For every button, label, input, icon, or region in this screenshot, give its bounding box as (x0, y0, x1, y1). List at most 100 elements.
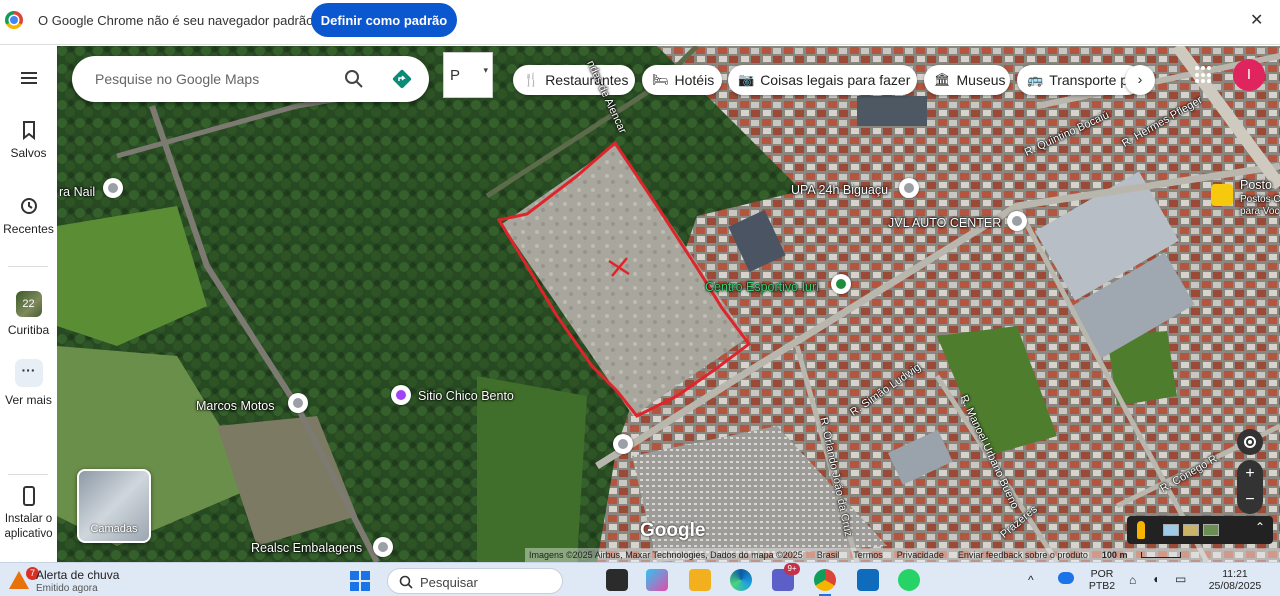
map-attribution-bar: Imagens ©2025 Airbus, Maxar Technologies… (525, 548, 1280, 562)
whatsapp-icon[interactable] (898, 569, 920, 591)
place-label-jvl[interactable]: JVL AUTO CENTER (888, 216, 1001, 230)
terms-link[interactable]: Termos (853, 550, 883, 560)
language-indicator[interactable]: POR PTB2 (1087, 568, 1117, 592)
place-label-realsc[interactable]: Realsc Embalagens (251, 541, 362, 555)
default-browser-infobar: O Google Chrome não é seu navegador padr… (0, 0, 1280, 45)
expand-icon[interactable]: ⌃ (1255, 520, 1265, 534)
place-label-sitio[interactable]: Sitio Chico Bento (418, 389, 514, 403)
search-icon[interactable] (344, 69, 364, 89)
scale-bar (1141, 552, 1182, 558)
street-view-bar[interactable]: ⌃ (1127, 516, 1273, 544)
rail-label-curitiba: Curitiba (7, 323, 50, 337)
outlook-icon[interactable] (857, 569, 879, 591)
place-pin[interactable] (899, 178, 919, 198)
street-view-thumb[interactable] (1163, 524, 1179, 536)
place-label-posto[interactable]: Posto (1240, 178, 1272, 192)
layers-button[interactable]: Camadas (77, 469, 151, 543)
place-label-marcos[interactable]: Marcos Motos (196, 399, 275, 413)
close-icon[interactable]: ✕ (1250, 10, 1263, 30)
place-label-centro[interactable]: Centro Esportivo Iuri (705, 280, 819, 294)
place-pin[interactable] (103, 178, 123, 198)
chip-hotels[interactable]: 🛏 Hotéis (642, 65, 722, 95)
file-explorer-icon[interactable] (689, 569, 711, 591)
zoom-out-button[interactable]: − (1237, 487, 1263, 514)
place-pin[interactable] (1007, 211, 1027, 231)
pegman-icon[interactable] (1137, 521, 1145, 539)
scale-label[interactable]: 100 m (1102, 550, 1128, 560)
search-box[interactable]: Pesquise no Google Maps (72, 56, 429, 102)
search-input[interactable]: Pesquise no Google Maps (95, 71, 259, 87)
place-pin[interactable] (288, 393, 308, 413)
rail-item-recent[interactable]: Recentes (0, 196, 57, 236)
windows-start-icon[interactable] (350, 571, 370, 591)
museum-icon: 🏛 (934, 72, 951, 87)
menu-button[interactable] (0, 68, 57, 94)
onedrive-icon[interactable] (1058, 572, 1074, 584)
place-pin[interactable] (613, 434, 633, 454)
place-label-upa[interactable]: UPA 24h Biguaçu (791, 183, 888, 197)
parking-toggle[interactable]: P ▾ (443, 52, 493, 98)
search-icon (399, 575, 413, 589)
chip-things-to-do[interactable]: 📷 Coisas legais para fazer (728, 65, 917, 95)
bookmark-icon (22, 121, 35, 140)
my-location-button[interactable] (1237, 429, 1263, 455)
rail-label-more: Ver mais (5, 393, 52, 407)
keyboard-layout: PTB2 (1088, 580, 1116, 592)
rail-item-install[interactable]: Instalar o aplicativo (0, 486, 57, 542)
satellite-map[interactable]: Pesquise no Google Maps P ▾ 🍴 Restaurant… (57, 46, 1280, 562)
chip-label: Restaurantes (545, 72, 629, 88)
place-pin[interactable] (373, 537, 393, 557)
clock-date: 25/08/2025 (1208, 580, 1262, 592)
volume-icon[interactable]: ◖ (1152, 572, 1159, 586)
chrome-icon[interactable] (814, 569, 836, 591)
zoom-in-button[interactable]: + (1237, 460, 1263, 487)
place-label-postos-sub: para Voc (1240, 206, 1280, 217)
privacy-link[interactable]: Privacidade (897, 550, 944, 560)
feedback-link[interactable]: Enviar feedback sobre o produto (958, 550, 1088, 560)
chrome-logo-icon (5, 11, 23, 29)
taskbar-search[interactable]: Pesquisar (387, 568, 563, 594)
attribution-text: Imagens ©2025 Airbus, Maxar Technologies… (529, 550, 803, 560)
chip-label: Transporte p (1049, 72, 1129, 88)
rail-item-curitiba[interactable]: 22 Curitiba (0, 291, 57, 337)
rail-label-recent: Recentes (3, 222, 54, 236)
weather-title[interactable]: Alerta de chuva (36, 568, 119, 582)
place-pin-green[interactable] (831, 274, 851, 294)
task-view-icon[interactable] (606, 569, 628, 591)
set-default-button[interactable]: Definir como padrão (311, 3, 457, 37)
avatar[interactable]: I (1233, 59, 1265, 91)
language-code: POR (1090, 568, 1114, 580)
chevron-right-icon[interactable]: › (1125, 65, 1155, 95)
more-icon: ··· (14, 359, 43, 387)
left-rail: Salvos Recentes 22 Curitiba ··· Ver mais… (0, 46, 57, 562)
place-pin-purple[interactable] (391, 385, 411, 405)
phone-icon (22, 486, 35, 506)
rail-item-more[interactable]: ··· Ver mais (0, 359, 57, 407)
chip-restaurants[interactable]: 🍴 Restaurantes (513, 65, 635, 95)
battery-icon[interactable]: ▭ (1175, 572, 1186, 586)
clock[interactable]: 11:21 25/08/2025 (1200, 568, 1270, 592)
street-view-thumb[interactable] (1203, 524, 1219, 536)
country-link[interactable]: Brasil (817, 550, 840, 560)
chip-museums[interactable]: 🏛 Museus (924, 65, 1010, 95)
layers-label: Camadas (90, 523, 138, 535)
chevron-down-icon[interactable]: ▾ (483, 65, 488, 76)
street-view-thumb[interactable] (1183, 524, 1199, 536)
widgets-icon[interactable] (646, 569, 668, 591)
weather-subtitle: Emitido agora (36, 583, 98, 594)
edge-icon[interactable] (730, 569, 752, 591)
rail-item-saved[interactable]: Salvos (0, 120, 57, 160)
rail-divider (8, 474, 48, 475)
chip-transport[interactable]: 🚌 Transporte p (1017, 65, 1142, 95)
apps-grid-icon[interactable] (1195, 66, 1213, 84)
gas-station-icon[interactable] (1211, 184, 1233, 206)
tray-chevron-up-icon[interactable]: ^ (1028, 573, 1034, 587)
directions-icon[interactable] (392, 69, 412, 89)
zoom-control: + − (1237, 460, 1263, 514)
teams-badge: 9+ (784, 563, 800, 575)
place-label-postos-sub: Postos C (1240, 194, 1280, 205)
teams-icon[interactable]: 9+ (772, 563, 800, 591)
network-icon[interactable]: ⌂ (1129, 573, 1136, 587)
weather-widget[interactable]: 7 (8, 567, 39, 591)
place-label-nail[interactable]: ra Nail (59, 185, 95, 199)
